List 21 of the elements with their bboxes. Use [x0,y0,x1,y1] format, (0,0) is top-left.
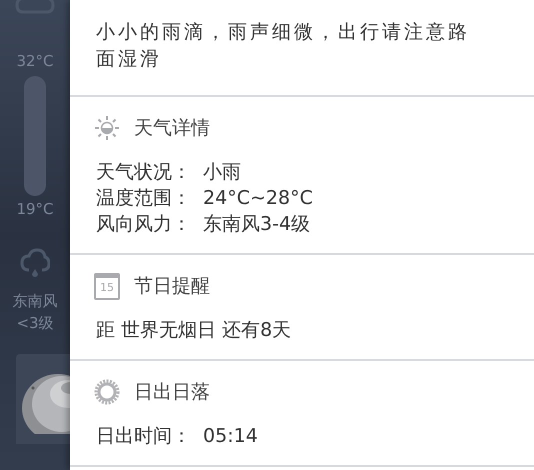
row-label: 日出时间： [96,425,191,447]
row-value: 小雨 [203,161,242,183]
low-temperature: 19°C [16,200,54,218]
calendar-icon: 15 [94,272,120,300]
row-value: 东南风3-4级 [203,213,310,235]
weather-summary: 小小的雨滴，雨声细微，出行请注意路面湿滑 [70,0,534,97]
row-value: 距 世界无烟日 还有8天 [96,319,292,341]
wind-text: <3级 [16,313,54,334]
gear-icon [94,379,120,405]
wind-text: 东南风 [12,291,58,312]
row-value: 24°C~28°C [203,187,313,209]
row-label: 温度范围： [96,187,191,209]
section-title: 天气详情 [134,116,210,141]
section-title: 日出日落 [134,380,210,405]
row-label: 风向风力： [96,213,191,235]
row-value: 05:14 [203,425,258,447]
high-temperature: 32°C [16,52,54,70]
row-label: 天气状况： [96,161,191,183]
cloud-rain-icon [20,248,50,280]
section-title: 节日提醒 [134,274,210,299]
sun-icon [94,115,120,141]
